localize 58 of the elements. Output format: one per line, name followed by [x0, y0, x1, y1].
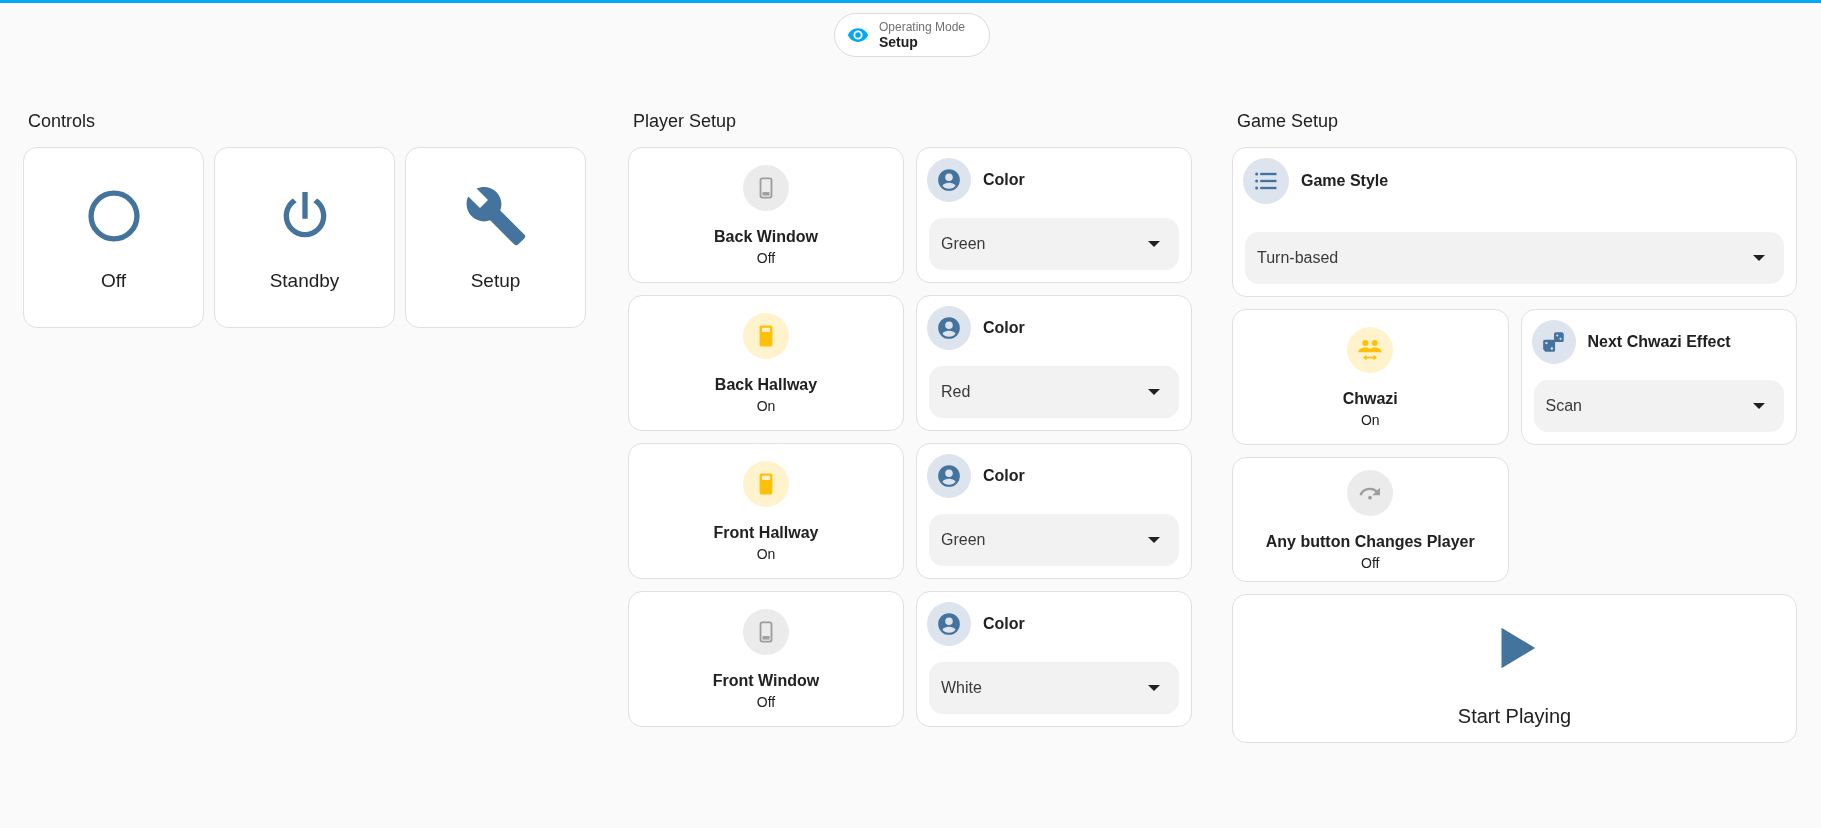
- tile-state: Off: [1361, 553, 1380, 572]
- dropdown-field[interactable]: White: [929, 662, 1179, 714]
- tile-state: Off: [756, 693, 776, 711]
- toggle-tile[interactable]: Front Hallway On: [628, 443, 904, 579]
- caret-icon: [1753, 255, 1765, 261]
- dropdown-value: Green: [941, 235, 986, 253]
- section-heading: Game Setup: [1236, 110, 1340, 133]
- mode-button[interactable]: Off: [23, 147, 204, 328]
- select-label: Next Chwazi Effect: [1587, 333, 1731, 351]
- mode-value: Setup: [878, 33, 918, 51]
- tile-title: Front Hallway: [713, 523, 819, 543]
- list-icon: [1243, 158, 1289, 204]
- select-label: Color: [983, 615, 1025, 633]
- tile-state: On: [756, 545, 776, 563]
- dropdown-field[interactable]: Turn-based: [1245, 232, 1784, 284]
- toggle-tile[interactable]: Any button Changes Player Off: [1232, 457, 1509, 582]
- dropdown-field[interactable]: Scan: [1533, 380, 1784, 432]
- dropdown-value: White: [941, 679, 982, 697]
- tile-state: On: [756, 397, 776, 415]
- dropdown-field[interactable]: Green: [929, 218, 1179, 270]
- dice-icon: [1531, 320, 1576, 364]
- dropdown-value: Green: [941, 531, 986, 549]
- select-label: Color: [983, 319, 1025, 337]
- account-icon: [927, 158, 971, 202]
- dropdown-value: Scan: [1545, 397, 1582, 415]
- tile-title: Back Hallway: [714, 375, 818, 395]
- mode-button[interactable]: Setup: [405, 147, 586, 328]
- caret-icon: [1148, 685, 1160, 691]
- select-label: Color: [983, 467, 1025, 485]
- account-icon: [927, 454, 971, 498]
- tile-title: Back Window: [714, 227, 818, 247]
- section-heading: Controls: [27, 110, 97, 133]
- select-label: Color: [983, 171, 1025, 189]
- toggle-tile[interactable]: Front Window Off: [628, 591, 904, 727]
- mode-button[interactable]: Standby: [214, 147, 395, 328]
- account-icon: [927, 602, 971, 646]
- tile-state: Off: [756, 249, 776, 267]
- tile-title: Any button Changes Player: [1265, 531, 1475, 552]
- start-playing-button[interactable]: Start Playing: [1232, 594, 1797, 743]
- dropdown-field[interactable]: Red: [929, 366, 1179, 418]
- section-heading: Player Setup: [632, 110, 738, 133]
- tile-title: Chwazi: [1342, 389, 1398, 409]
- tile-title: Front Window: [712, 671, 820, 691]
- caret-icon: [1148, 389, 1160, 395]
- caret-icon: [1148, 241, 1160, 247]
- dropdown-field[interactable]: Green: [929, 514, 1179, 566]
- toggle-tile[interactable]: Back Window Off: [628, 147, 904, 283]
- account-icon: [927, 306, 971, 350]
- toggle-tile[interactable]: Chwazi On: [1232, 309, 1509, 445]
- select-label: Game Style: [1301, 172, 1389, 190]
- toggle-tile[interactable]: Back Hallway On: [628, 295, 904, 431]
- tile-state: On: [1360, 411, 1380, 429]
- caret-icon: [1148, 537, 1160, 543]
- mode-label: Operating Mode: [878, 19, 966, 34]
- operating-mode-badge[interactable]: Operating Mode Setup: [833, 13, 991, 57]
- caret-icon: [1753, 403, 1765, 409]
- dropdown-value: Turn-based: [1257, 249, 1339, 267]
- dropdown-value: Red: [941, 383, 971, 401]
